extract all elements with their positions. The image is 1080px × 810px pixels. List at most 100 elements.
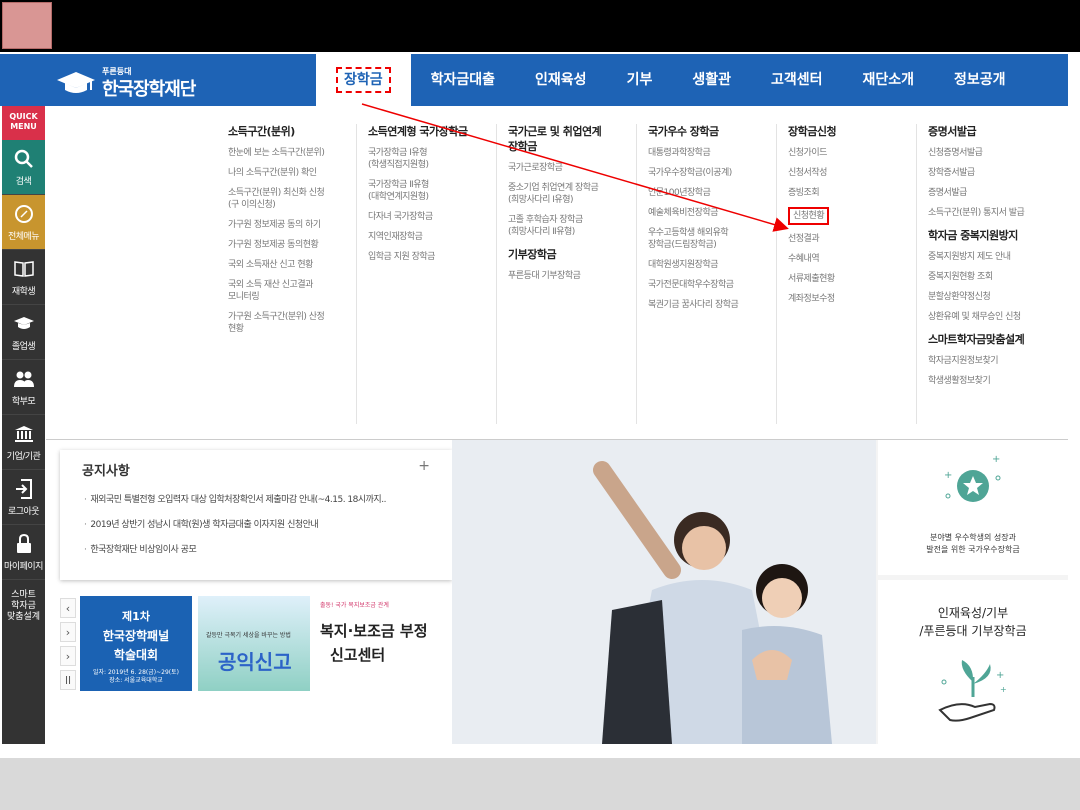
menu-col-income-linked: 소득연계형 국가장학금 국가장학금 Ⅰ유형 (학생직접지원형) 국가장학금 Ⅱ유형… <box>368 124 506 271</box>
menu-link[interactable]: 가구원 소득구간(분위) 산정 현황 <box>228 311 366 335</box>
logout-icon <box>15 479 32 499</box>
menu-col-donation-head[interactable]: 기부장학금 <box>508 246 646 262</box>
banner-text: 갈등만 극복기 세상을 바꾸는 방법 <box>206 632 291 639</box>
menu-link[interactable]: 소득구간(분위) 통지서 발급 <box>928 207 1066 219</box>
menu-link[interactable]: 계좌정보수정 <box>788 293 926 305</box>
nav-information-disclosure[interactable]: 정보공개 <box>934 54 1026 106</box>
menu-link[interactable]: 다자녀 국가장학금 <box>368 211 506 223</box>
menu-link[interactable]: 선정결과 <box>788 233 926 245</box>
menu-link[interactable]: 국가장학금 Ⅱ유형 (대학연계지원형) <box>368 179 506 203</box>
quick-smart-plan-line2: 학자금 <box>11 601 36 611</box>
menu-col-work-employment-head[interactable]: 국가근로 및 취업연계 장학금 <box>508 124 646 154</box>
menu-col-certificates-head[interactable]: 증명서발급 <box>928 124 1066 139</box>
menu-link[interactable]: 가구원 정보제공 동의 하기 <box>228 219 366 231</box>
banner-next-button[interactable]: › <box>60 622 76 642</box>
menu-col-divider <box>916 124 917 424</box>
site-logo[interactable]: 푸른등대 한국장학재단 <box>56 62 206 100</box>
menu-link[interactable]: 수혜내역 <box>788 253 926 265</box>
menu-link-application-status[interactable]: 신청현황 <box>788 207 926 225</box>
menu-link[interactable]: 한눈에 보는 소득구간(분위) <box>228 147 366 159</box>
menu-link[interactable]: 대학원생지원장학금 <box>648 259 786 271</box>
menu-link[interactable]: 국가근로장학금 <box>508 162 646 174</box>
card-national-excellence[interactable]: + + 분야별 우수학생의 성장과 발전을 위한 국가우수장학금 <box>878 440 1068 575</box>
menu-link[interactable]: 국외 소득재산 신고 현황 <box>228 259 366 271</box>
menu-link[interactable]: 복권기금 꿈사다리 장학금 <box>648 299 786 311</box>
quick-parent[interactable]: 학부모 <box>2 360 45 415</box>
quick-all-menu-label: 전체메뉴 <box>7 232 40 242</box>
nav-dormitory[interactable]: 생활관 <box>672 54 751 106</box>
quick-logout[interactable]: 로그아웃 <box>2 470 45 525</box>
quick-menu: QUICK MENU 검색 전체메뉴 재학생 졸업생 학부모 기업/기관 로그아웃 <box>2 106 45 744</box>
menu-col-smart-plan-head[interactable]: 스마트학자금맞춤설계 <box>928 331 1066 347</box>
quick-company[interactable]: 기업/기관 <box>2 415 45 470</box>
menu-link[interactable]: 장학증서발급 <box>928 167 1066 179</box>
quick-enrolled-student[interactable]: 재학생 <box>2 250 45 305</box>
menu-link[interactable]: 증빙조회 <box>788 187 926 199</box>
quick-all-menu[interactable]: 전체메뉴 <box>2 195 45 250</box>
menu-link[interactable]: 서류제출현황 <box>788 273 926 285</box>
menu-link[interactable]: 국외 소득 재산 신고결과 모니터링 <box>228 279 366 303</box>
nav-scholarship[interactable]: 장학금 <box>316 54 411 106</box>
menu-col-national-excellence: 국가우수 장학금 대통령과학장학금 국가우수장학금(이공계) 인문100년장학금… <box>648 124 786 319</box>
menu-link[interactable]: 신청증명서발급 <box>928 147 1066 159</box>
card-talent-donation[interactable]: 인재육성/기부/푸른등대 기부장학금 + + <box>878 580 1068 744</box>
menu-link[interactable]: 우수고등학생 해외유학 장학금(드림장학금) <box>648 227 786 251</box>
menu-link[interactable]: 나의 소득구간(분위) 확인 <box>228 167 366 179</box>
menu-link[interactable]: 국가우수장학금(이공계) <box>648 167 786 179</box>
quick-search-label: 검색 <box>15 177 32 187</box>
quick-graduate[interactable]: 졸업생 <box>2 305 45 360</box>
menu-link[interactable]: 중복지원방지 제도 안내 <box>928 251 1066 263</box>
banner-panel-conference[interactable]: 제1차 한국장학패널 학술대회 일자: 2019년 6. 28(금)~29(토)… <box>80 596 192 691</box>
menu-link[interactable]: 인문100년장학금 <box>648 187 786 199</box>
banner-welfare-fraud-report[interactable]: 출동! 국가 복지보조금 관계 복지·보조금 부정 신고센터 <box>316 596 428 691</box>
menu-col-income-linked-head[interactable]: 소득연계형 국가장학금 <box>368 124 506 139</box>
menu-link[interactable]: 학생생활정보찾기 <box>928 375 1066 387</box>
menu-link[interactable]: 소득구간(분위) 최신화 신청 (구 이의신청) <box>228 187 366 211</box>
menu-col-divider <box>776 124 777 424</box>
search-icon <box>14 149 33 168</box>
nav-talent-development[interactable]: 인재육성 <box>515 54 607 106</box>
menu-link[interactable]: 국가전문대학우수장학금 <box>648 279 786 291</box>
menu-link[interactable]: 가구원 정보제공 동의현황 <box>228 239 366 251</box>
quick-mypage[interactable]: 마이페이지 <box>2 525 45 580</box>
notice-item[interactable]: 재외국민 특별전형 오입력자 대상 입학처장확인서 제출마감 안내(~4.15.… <box>84 492 386 505</box>
menu-link[interactable]: 입학금 지원 장학금 <box>368 251 506 263</box>
notice-more-button[interactable]: + <box>418 458 430 474</box>
menu-col-income-bracket-head[interactable]: 소득구간(분위) <box>228 124 366 139</box>
nav-donation[interactable]: 기부 <box>607 54 673 106</box>
menu-link[interactable]: 푸른등대 기부장학금 <box>508 270 646 282</box>
menu-link[interactable]: 국가장학금 Ⅰ유형 (학생직접지원형) <box>368 147 506 171</box>
nav-foundation-intro[interactable]: 재단소개 <box>843 54 935 106</box>
notice-item[interactable]: 한국장학재단 비상임이사 공모 <box>84 542 386 555</box>
menu-col-duplicate-prevention-head[interactable]: 학자금 중복지원방지 <box>928 227 1066 243</box>
menu-link[interactable]: 중복지원현황 조회 <box>928 271 1066 283</box>
menu-link[interactable]: 신청가이드 <box>788 147 926 159</box>
menu-link[interactable]: 학자금지원정보찾기 <box>928 355 1066 367</box>
nav-student-loan[interactable]: 학자금대출 <box>411 54 515 106</box>
menu-link[interactable]: 대통령과학장학금 <box>648 147 786 159</box>
menu-link[interactable]: 분할상환약정신청 <box>928 291 1066 303</box>
menu-link[interactable]: 신청서작성 <box>788 167 926 179</box>
quick-enrolled-student-label: 재학생 <box>11 287 36 297</box>
quick-search[interactable]: 검색 <box>2 140 45 195</box>
nav-customer-center[interactable]: 고객센터 <box>751 54 843 106</box>
menu-link[interactable]: 증명서발급 <box>928 187 1066 199</box>
banner-public-interest-report[interactable]: 갈등만 극복기 세상을 바꾸는 방법 공익신고 <box>198 596 310 691</box>
menu-col-national-excellence-head[interactable]: 국가우수 장학금 <box>648 124 786 139</box>
menu-link[interactable]: 예술체육비전장학금 <box>648 207 786 219</box>
quick-mypage-label: 마이페이지 <box>4 562 43 572</box>
right-cards: + + 분야별 우수학생의 성장과 발전을 위한 국가우수장학금 인재육성/기부 /… <box>876 440 1068 744</box>
slide-bottom-bar <box>0 758 1080 810</box>
menu-link[interactable]: 중소기업 취업연계 장학금 (희망사다리 Ⅰ유형) <box>508 182 646 206</box>
banner-pause-button[interactable]: ll <box>60 670 76 690</box>
svg-text:+: + <box>992 454 1000 465</box>
menu-col-application-head[interactable]: 장학금신청 <box>788 124 926 139</box>
notice-item[interactable]: 2019년 상반기 성남시 대학(원)생 학자금대출 이자지원 신청안내 <box>84 517 386 530</box>
menu-link[interactable]: 지역인재장학금 <box>368 231 506 243</box>
menu-link[interactable]: 상환유예 및 채무승인 신청 <box>928 311 1066 323</box>
banner-prev-button[interactable]: ‹ <box>60 598 76 618</box>
scholarship-mega-menu: 소득구간(분위) 한눈에 보는 소득구간(분위) 나의 소득구간(분위) 확인 … <box>46 106 1068 440</box>
menu-link[interactable]: 고졸 후학습자 장학금 (희망사다리 Ⅱ유형) <box>508 214 646 238</box>
quick-smart-plan[interactable]: 스마트 학자금 맞춤설계 <box>2 580 45 635</box>
banner-play-button[interactable]: › <box>60 646 76 666</box>
